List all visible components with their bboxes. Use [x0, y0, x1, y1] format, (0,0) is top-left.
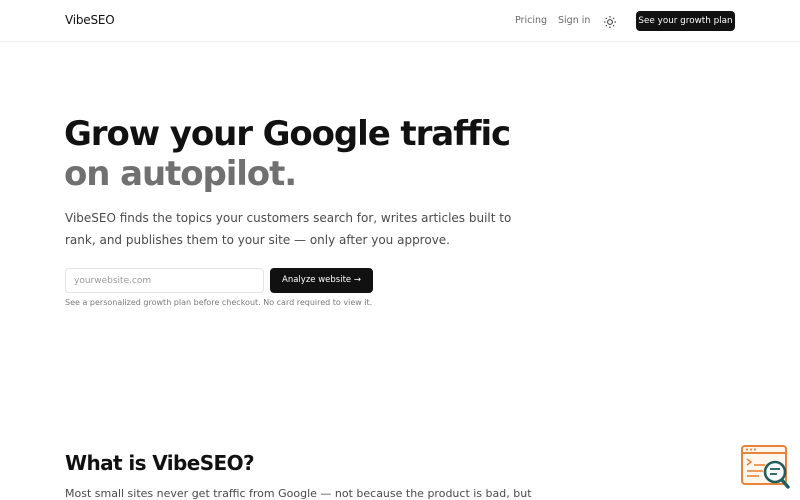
hero-title-line1: Grow your Google traffic	[64, 114, 511, 154]
nav-pricing-link[interactable]: Pricing	[515, 15, 547, 26]
logo[interactable]: VibeSEO	[65, 13, 115, 27]
nav-signin-link[interactable]: Sign in	[558, 15, 590, 26]
what-is-title: What is VibeSEO?	[65, 451, 255, 475]
hero-title-line2: on autopilot.	[64, 154, 297, 194]
analyze-website-button[interactable]: Analyze website →	[270, 268, 373, 293]
growth-plan-button[interactable]: See your growth plan	[636, 11, 735, 31]
hero-subtitle: VibeSEO finds the topics your customers …	[65, 211, 512, 247]
website-url-input[interactable]	[65, 268, 264, 293]
form-note: See a personalized growth plan before ch…	[65, 298, 373, 307]
what-is-text: Most small sites never get traffic from …	[65, 487, 532, 500]
sun-icon[interactable]	[603, 14, 617, 28]
top-nav: VibeSEO Pricing Sign in See your growth …	[0, 0, 800, 42]
hero-title: Grow your Google traffic on autopilot.	[64, 114, 511, 194]
seo-search-widget-icon[interactable]	[741, 445, 791, 491]
